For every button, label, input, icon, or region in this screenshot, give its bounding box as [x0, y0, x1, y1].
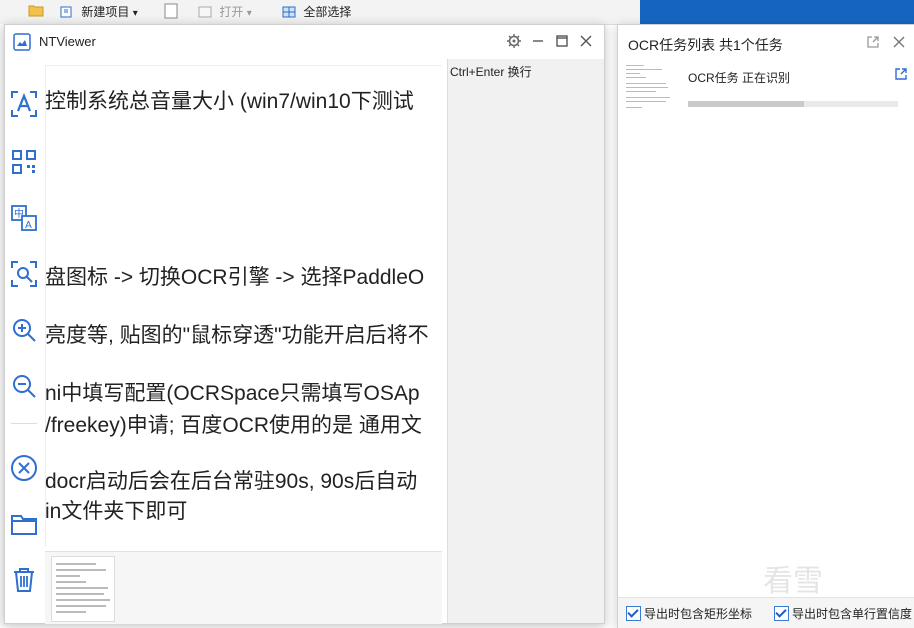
export-rect-checkbox[interactable] — [626, 606, 641, 621]
maximize-icon[interactable] — [554, 33, 570, 49]
zoom-in-icon[interactable] — [9, 315, 39, 345]
preview-text-line: 盘图标 -> 切换OCR引擎 -> 选择PaddleO — [45, 266, 425, 289]
ntviewer-app-icon — [13, 33, 31, 51]
page-thumbnail[interactable] — [51, 556, 115, 622]
ocr-task-title: OCR任务列表 共1个任务 — [628, 37, 783, 53]
svg-text:A: A — [25, 220, 32, 231]
ocr-task-item[interactable]: OCR任务 正在识别 — [624, 61, 912, 121]
zoom-out-icon[interactable] — [9, 371, 39, 401]
open-button[interactable]: 打开 ▾ — [198, 3, 252, 21]
preview-text-line: 控制系统总音量大小 (win7/win10下测试 — [45, 90, 414, 113]
chevron-down-icon: ▾ — [246, 8, 252, 19]
select-all-label: 全部选择 — [303, 5, 352, 19]
ntviewer-sidebar: 中A — [5, 59, 43, 623]
select-all-icon — [282, 5, 296, 18]
task-progress-fill — [688, 101, 804, 107]
preview-text-line: /freekey)申请; 百度OCR使用的是 通用文 — [45, 414, 422, 437]
ntviewer-titlebar[interactable]: NTViewer — [5, 25, 604, 59]
screenshot-icon[interactable] — [9, 259, 39, 289]
thumbnail-strip — [45, 551, 442, 624]
svg-text:中: 中 — [14, 207, 24, 220]
sidebar-divider — [11, 423, 37, 424]
open-label: 打开 — [219, 5, 244, 19]
trash-icon[interactable] — [9, 565, 39, 595]
ocr-text-icon[interactable] — [9, 89, 39, 119]
select-all-button[interactable]: 全部选择 — [282, 3, 351, 21]
folder-icon[interactable] — [9, 509, 39, 539]
new-item-icon — [60, 5, 74, 18]
desktop-background — [640, 0, 914, 24]
export-confidence-checkbox[interactable] — [774, 606, 789, 621]
ocr-text-panel[interactable]: Ctrl+Enter 换行 — [447, 59, 604, 623]
preview-text-line: ni中填写配置(OCRSpace只需填写OSAp — [45, 382, 420, 405]
folder-icon-bg — [28, 3, 44, 21]
watermark: 看雪 — [763, 565, 823, 598]
preview-text-line: docr启动后会在后台常驻90s, 90s后自动 — [45, 470, 418, 493]
chevron-down-icon: ▾ — [132, 8, 138, 19]
translate-icon[interactable]: 中A — [9, 203, 39, 233]
ocr-task-window: OCR任务列表 共1个任务 OCR任务 正在识别 导出时包含矩形坐标 导出时包含… — [617, 24, 914, 628]
ntviewer-window: NTViewer 中A 控制系统总音量大小 (win7/win10下测试 盘图标… — [4, 24, 605, 624]
task-thumbnail — [624, 61, 682, 115]
close-circle-icon[interactable] — [9, 453, 39, 483]
open-task-icon[interactable] — [894, 67, 908, 81]
ocr-export-options: 导出时包含矩形坐标 导出时包含单行置信度 — [618, 597, 914, 628]
task-progress-bar — [688, 101, 898, 107]
settings-gear-icon[interactable] — [506, 33, 522, 49]
close-icon[interactable] — [578, 33, 594, 49]
popout-icon[interactable] — [866, 35, 880, 49]
preview-text-line: in文件夹下即可 — [45, 500, 188, 523]
image-preview[interactable]: 控制系统总音量大小 (win7/win10下测试 盘图标 -> 切换OCR引擎 … — [45, 65, 442, 547]
close-icon[interactable] — [892, 35, 906, 49]
preview-text-line: 亮度等, 贴图的"鼠标穿透"功能开启后将不 — [45, 324, 429, 347]
properties-icon[interactable] — [164, 3, 178, 21]
new-item-label: 新建项目 — [81, 5, 130, 19]
export-rect-label: 导出时包含矩形坐标 — [644, 607, 753, 621]
open-icon — [198, 5, 212, 18]
qrcode-icon[interactable] — [9, 147, 39, 177]
task-status-text: OCR任务 正在识别 — [688, 71, 791, 85]
new-item-button[interactable]: 新建项目 ▾ — [60, 3, 138, 21]
minimize-icon[interactable] — [530, 33, 546, 49]
ntviewer-title: NTViewer — [39, 34, 96, 49]
newline-hint: Ctrl+Enter 换行 — [450, 65, 532, 79]
export-confidence-label: 导出时包含单行置信度 — [792, 607, 913, 621]
